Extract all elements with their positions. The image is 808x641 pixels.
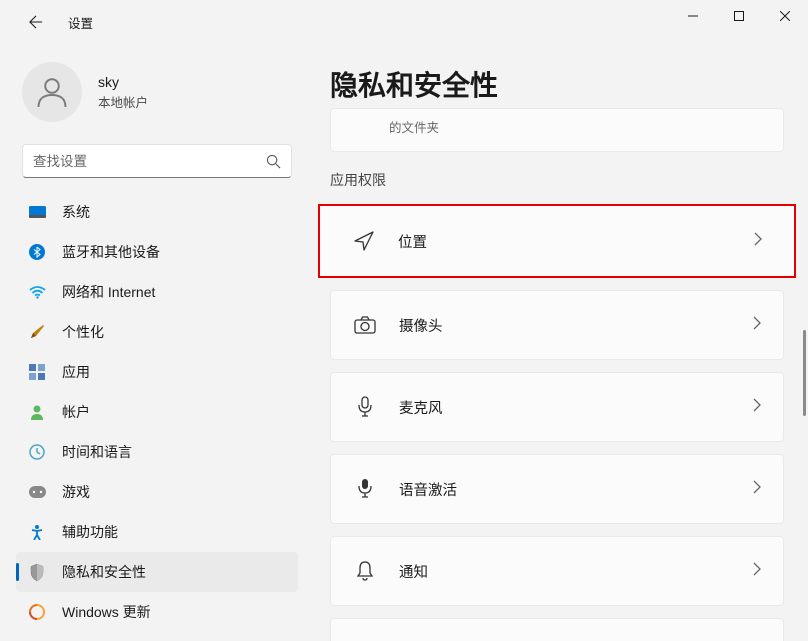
chevron-right-icon bbox=[753, 316, 761, 335]
nav-item-update[interactable]: Windows 更新 bbox=[16, 592, 298, 632]
permission-item-microphone[interactable]: 麦克风 bbox=[330, 372, 784, 442]
permission-item-camera[interactable]: 摄像头 bbox=[330, 290, 784, 360]
clock-icon bbox=[28, 443, 46, 461]
search-box[interactable] bbox=[22, 144, 292, 178]
item-label: 麦克风 bbox=[399, 397, 753, 418]
nav-item-accounts[interactable]: 帐户 bbox=[16, 392, 298, 432]
minimize-icon bbox=[688, 11, 698, 21]
nav-item-network[interactable]: 网络和 Internet bbox=[16, 272, 298, 312]
maximize-icon bbox=[734, 11, 744, 21]
titlebar: 设置 bbox=[0, 0, 808, 44]
nav-item-privacy[interactable]: 隐私和安全性 bbox=[16, 552, 298, 592]
profile-name: sky bbox=[98, 74, 148, 90]
sidebar: sky 本地帐户 系统 蓝牙和其他设备 网络和 Internet bbox=[0, 44, 306, 641]
nav-item-system[interactable]: 系统 bbox=[16, 192, 298, 232]
nav-item-accessibility[interactable]: 辅助功能 bbox=[16, 512, 298, 552]
back-button[interactable] bbox=[22, 8, 50, 36]
scrollbar[interactable] bbox=[802, 44, 806, 641]
nav-label: 隐私和安全性 bbox=[62, 562, 146, 582]
gaming-icon bbox=[28, 483, 46, 501]
nav-label: 系统 bbox=[62, 202, 90, 222]
app-title: 设置 bbox=[68, 13, 93, 32]
avatar bbox=[22, 62, 82, 122]
accessibility-icon bbox=[28, 523, 46, 541]
back-arrow-icon bbox=[29, 15, 43, 29]
permission-item-account-info[interactable]: 帐户信息 bbox=[330, 618, 784, 641]
nav-item-bluetooth[interactable]: 蓝牙和其他设备 bbox=[16, 232, 298, 272]
bluetooth-icon bbox=[28, 243, 46, 261]
permission-item-voice[interactable]: 语音激活 bbox=[330, 454, 784, 524]
search-icon bbox=[266, 154, 281, 169]
nav-list: 系统 蓝牙和其他设备 网络和 Internet 个性化 应用 帐户 bbox=[8, 192, 306, 632]
window-controls bbox=[670, 0, 808, 32]
person-icon bbox=[34, 74, 70, 110]
chevron-right-icon bbox=[753, 398, 761, 417]
close-button[interactable] bbox=[762, 0, 808, 32]
wifi-icon bbox=[28, 283, 46, 301]
nav-item-time[interactable]: 时间和语言 bbox=[16, 432, 298, 472]
partial-card-text: 的文件夹 bbox=[389, 121, 439, 135]
system-icon bbox=[28, 203, 46, 221]
nav-label: 游戏 bbox=[62, 482, 90, 502]
permission-item-notifications[interactable]: 通知 bbox=[330, 536, 784, 606]
main-content: 隐私和安全性 的文件夹 应用权限 位置 摄像头 麦克风 bbox=[306, 44, 808, 641]
paintbrush-icon bbox=[28, 323, 46, 341]
item-label: 位置 bbox=[398, 231, 754, 252]
nav-label: 蓝牙和其他设备 bbox=[62, 242, 160, 262]
nav-label: 个性化 bbox=[62, 322, 104, 342]
chevron-right-icon bbox=[753, 480, 761, 499]
scrollbar-thumb[interactable] bbox=[803, 330, 806, 416]
apps-icon bbox=[28, 363, 46, 381]
chevron-right-icon bbox=[754, 232, 762, 251]
voice-activation-icon bbox=[353, 477, 377, 501]
nav-label: 帐户 bbox=[62, 402, 90, 422]
nav-label: 辅助功能 bbox=[62, 522, 118, 542]
partial-card[interactable]: 的文件夹 bbox=[330, 108, 784, 152]
maximize-button[interactable] bbox=[716, 0, 762, 32]
section-title: 应用权限 bbox=[330, 170, 784, 190]
account-icon bbox=[28, 403, 46, 421]
minimize-button[interactable] bbox=[670, 0, 716, 32]
profile-section[interactable]: sky 本地帐户 bbox=[8, 44, 306, 140]
search-input[interactable] bbox=[33, 154, 266, 169]
nav-item-gaming[interactable]: 游戏 bbox=[16, 472, 298, 512]
nav-item-apps[interactable]: 应用 bbox=[16, 352, 298, 392]
location-icon bbox=[352, 229, 376, 253]
microphone-icon bbox=[353, 395, 377, 419]
permission-item-location[interactable]: 位置 bbox=[318, 204, 796, 278]
chevron-right-icon bbox=[753, 562, 761, 581]
page-title: 隐私和安全性 bbox=[330, 64, 784, 104]
update-icon bbox=[28, 603, 46, 621]
item-label: 语音激活 bbox=[399, 479, 753, 500]
nav-label: 应用 bbox=[62, 362, 90, 382]
camera-icon bbox=[353, 313, 377, 337]
close-icon bbox=[780, 11, 790, 21]
nav-label: Windows 更新 bbox=[62, 602, 151, 622]
nav-item-personalize[interactable]: 个性化 bbox=[16, 312, 298, 352]
item-label: 通知 bbox=[399, 561, 753, 582]
item-label: 摄像头 bbox=[399, 315, 753, 336]
bell-icon bbox=[353, 559, 377, 583]
nav-label: 时间和语言 bbox=[62, 442, 132, 462]
profile-type: 本地帐户 bbox=[98, 92, 148, 111]
shield-icon bbox=[28, 563, 46, 581]
nav-label: 网络和 Internet bbox=[62, 282, 155, 302]
